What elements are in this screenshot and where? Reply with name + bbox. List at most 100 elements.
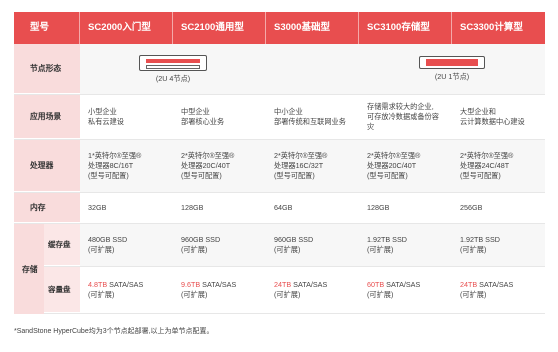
spec-table: 型号 SC2000入门型 SC2100通用型 S3000基础型 SC3100存储… xyxy=(14,12,545,314)
scenario-line: 可存放冷数据或备份容灾 xyxy=(367,112,439,131)
capacity-line: (可扩展) xyxy=(88,290,115,299)
cpu-cell: 2*英特尔®至强® 处理器24C/48T (型号可配置) xyxy=(452,140,545,192)
capacity-amount: 24TB xyxy=(274,280,292,289)
scenario-cell: 小型企业 私有云建设 xyxy=(80,95,173,139)
cache-cell: 960GB SSD (可扩展) xyxy=(266,224,359,266)
row-label-memory: 内存 xyxy=(14,193,80,223)
cpu-cell: 2*英特尔®至强® 处理器20C/40T (型号可配置) xyxy=(359,140,452,192)
node-form-cell-empty xyxy=(266,44,359,94)
memory-cell: 128GB xyxy=(181,203,204,212)
header-model-s3000: S3000基础型 xyxy=(266,12,359,44)
cpu-line: (型号可配置) xyxy=(88,171,129,180)
memory-cell: 256GB xyxy=(460,203,483,212)
capacity-amount: 4.8TB xyxy=(88,280,108,289)
capacity-type: SATA/SAS xyxy=(200,280,237,289)
row-label-cpu: 处理器 xyxy=(14,140,80,192)
cpu-line: 2*英特尔®至强® xyxy=(274,151,328,160)
scenario-line: 中型企业 xyxy=(181,107,210,116)
table-row-cpu: 处理器 1*英特尔®至强® 处理器8C/16T (型号可配置) 2*英特尔®至强® 处… xyxy=(14,140,545,193)
cache-line: (可扩展) xyxy=(274,245,301,254)
scenario-cell: 存储需求较大的企业, 可存放冷数据或备份容灾 xyxy=(359,95,452,139)
capacity-amount: 9.6TB xyxy=(181,280,201,289)
table-row-scenario: 应用场景 小型企业 私有云建设 中型企业 部署核心业务 中小企业 部署传统和互联网业务… xyxy=(14,95,545,140)
node-form-cell-2u4: (2U 4节点) xyxy=(80,44,266,94)
table-header: 型号 SC2000入门型 SC2100通用型 S3000基础型 SC3100存储… xyxy=(14,12,545,44)
row-label-cache: 缓存盘 xyxy=(44,224,80,266)
capacity-line: (可扩展) xyxy=(181,290,208,299)
cache-line: 1.92TB SSD xyxy=(460,235,500,244)
capacity-cell: 4.8TB SATA/SAS (可扩展) xyxy=(80,267,173,313)
cache-cell: 1.92TB SSD (可扩展) xyxy=(452,224,545,266)
cache-line: 960GB SSD xyxy=(181,235,221,244)
node-form-caption-left: (2U 4节点) xyxy=(155,73,191,83)
cpu-line: (型号可配置) xyxy=(460,171,501,180)
cpu-line: 2*英特尔®至强® xyxy=(460,151,514,160)
cpu-line: (型号可配置) xyxy=(367,171,408,180)
cache-line: 1.92TB SSD xyxy=(367,235,407,244)
capacity-amount: 60TB xyxy=(367,280,385,289)
table-row-node-form: 节点形态 (2U 4节点) (2U 1节点) xyxy=(14,44,545,95)
scenario-line: 部署传统和互联网业务 xyxy=(274,117,346,126)
memory-cell: 32GB xyxy=(88,203,107,212)
row-label-capacity: 容量盘 xyxy=(44,267,80,313)
capacity-line: (可扩展) xyxy=(460,290,487,299)
storage-section: 存储 缓存盘 480GB SSD (可扩展) 960GB SSD (可扩展) 960… xyxy=(14,224,545,314)
capacity-type: SATA/SAS xyxy=(477,280,514,289)
table-row-memory: 内存 32GB 128GB 64GB 128GB 256GB xyxy=(14,193,545,224)
header-model-sc2000: SC2000入门型 xyxy=(80,12,173,44)
header-model-sc2100: SC2100通用型 xyxy=(173,12,266,44)
header-model-sc3100: SC3100存储型 xyxy=(359,12,452,44)
cpu-line: 处理器8C/16T xyxy=(88,161,134,170)
header-model-sc3300: SC3300计算型 xyxy=(460,22,523,33)
cache-line: 480GB SSD xyxy=(88,235,128,244)
capacity-amount: 24TB xyxy=(460,280,478,289)
scenario-line: 中小企业 xyxy=(274,107,303,116)
cpu-line: (型号可配置) xyxy=(181,171,222,180)
node-form-caption-right: (2U 1节点) xyxy=(434,72,470,81)
memory-cell: 128GB xyxy=(367,203,390,212)
scenario-line: 存储需求较大的企业, xyxy=(367,102,434,111)
cpu-line: 2*英特尔®至强® xyxy=(181,151,235,160)
cpu-cell: 2*英特尔®至强® 处理器20C/40T (型号可配置) xyxy=(173,140,266,192)
scenario-line: 部署核心业务 xyxy=(181,117,225,126)
table-row-cache: 缓存盘 480GB SSD (可扩展) 960GB SSD (可扩展) 960GB … xyxy=(44,224,545,267)
row-label-storage: 存储 xyxy=(14,224,44,314)
cache-line: (可扩展) xyxy=(181,245,208,254)
capacity-cell: 24TB SATA/SAS (可扩展) xyxy=(452,267,545,313)
capacity-type: SATA/SAS xyxy=(384,280,421,289)
cpu-cell: 2*英特尔®至强® 处理器16C/32T (型号可配置) xyxy=(266,140,359,192)
capacity-cell: 24TB SATA/SAS (可扩展) xyxy=(266,267,359,313)
scenario-cell: 大型企业和 云计算数据中心建设 xyxy=(452,95,545,139)
footnote: *SandStone HyperCube均为3个节点起部署,以上为单节点配置。 xyxy=(14,328,214,335)
capacity-cell: 60TB SATA/SAS (可扩展) xyxy=(359,267,452,313)
server-2u-4node-icon xyxy=(139,54,207,71)
cpu-line: 处理器24C/48T xyxy=(460,161,510,170)
cache-line: (可扩展) xyxy=(88,245,115,254)
capacity-type: SATA/SAS xyxy=(291,280,328,289)
cache-line: (可扩展) xyxy=(460,245,487,254)
cpu-cell: 1*英特尔®至强® 处理器8C/16T (型号可配置) xyxy=(80,140,173,192)
table-row-capacity: 容量盘 4.8TB SATA/SAS (可扩展) 9.6TB SATA/SAS (可… xyxy=(44,267,545,314)
capacity-type: SATA/SAS xyxy=(107,280,144,289)
server-2u-1node-icon xyxy=(419,56,485,69)
capacity-line: (可扩展) xyxy=(274,290,301,299)
capacity-line: (可扩展) xyxy=(367,290,394,299)
header-row-label: 型号 xyxy=(14,12,80,44)
scenario-line: 云计算数据中心建设 xyxy=(460,117,525,126)
cache-cell: 480GB SSD (可扩展) xyxy=(80,224,173,266)
cpu-line: (型号可配置) xyxy=(274,171,315,180)
row-label-node-form: 节点形态 xyxy=(14,44,80,94)
cpu-line: 处理器20C/40T xyxy=(367,161,417,170)
scenario-cell: 中小企业 部署传统和互联网业务 xyxy=(266,95,359,139)
cache-line: 960GB SSD xyxy=(274,235,314,244)
cpu-line: 处理器20C/40T xyxy=(181,161,231,170)
row-label-scenario: 应用场景 xyxy=(14,95,80,139)
cpu-line: 2*英特尔®至强® xyxy=(367,151,421,160)
scenario-line: 小型企业 xyxy=(88,107,117,116)
cpu-line: 处理器16C/32T xyxy=(274,161,324,170)
capacity-cell: 9.6TB SATA/SAS (可扩展) xyxy=(173,267,266,313)
cache-cell: 960GB SSD (可扩展) xyxy=(173,224,266,266)
scenario-line: 私有云建设 xyxy=(88,117,124,126)
node-form-cell-2u1: (2U 1节点) xyxy=(359,44,545,94)
memory-cell: 64GB xyxy=(274,203,293,212)
